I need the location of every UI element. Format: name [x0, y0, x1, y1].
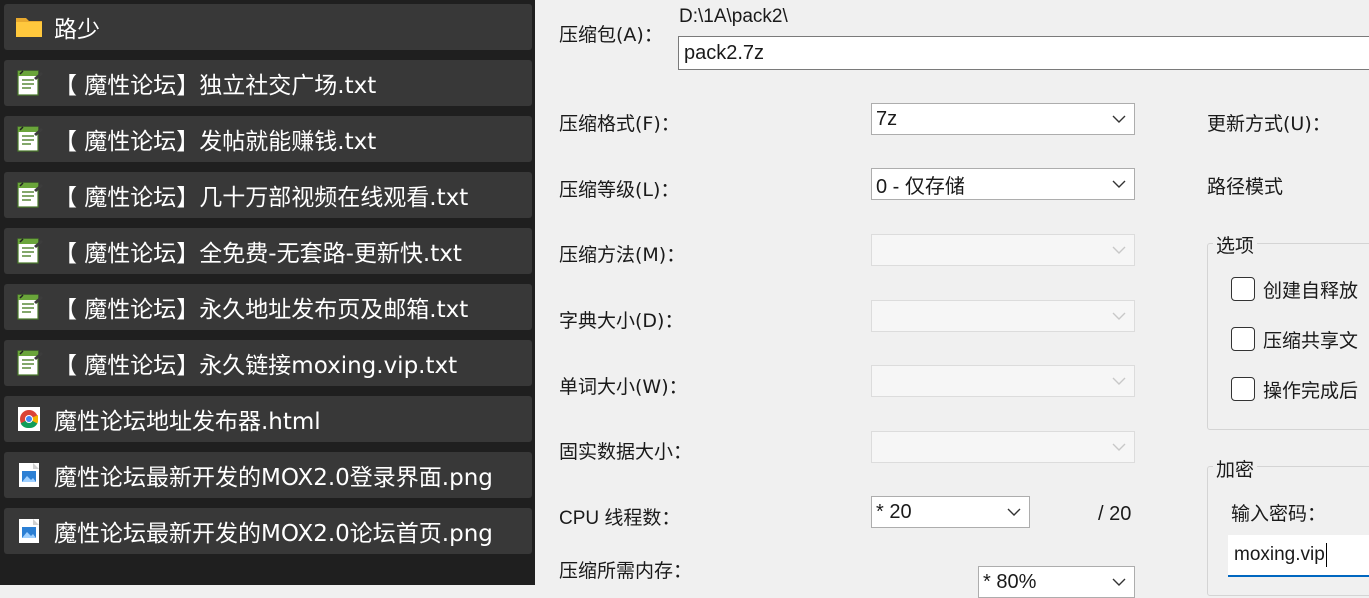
file-name: 【 魔性论坛】全免费-无套路-更新快.txt: [54, 241, 462, 267]
word-label: 单词大小(W)：: [559, 376, 688, 398]
option-after-done-label: 操作完成后: [1263, 380, 1359, 402]
path-mode-label: 路径模式: [1207, 176, 1284, 198]
solid-label: 固实数据大小：: [559, 441, 693, 463]
file-name: 魔性论坛最新开发的MOX2.0登录界面.png: [54, 465, 493, 491]
chevron-down-icon: [1104, 235, 1134, 265]
file-item[interactable]: 【 魔性论坛】永久地址发布页及邮箱.txt: [4, 284, 532, 330]
folder-icon: [14, 12, 44, 42]
archive-path-text: D:\1A\pack2\: [679, 6, 788, 27]
txt-icon: [14, 236, 44, 266]
option-sfx-checkbox[interactable]: [1231, 277, 1255, 301]
png-icon: [14, 460, 44, 490]
dict-label: 字典大小(D)：: [559, 310, 684, 332]
txt-icon: [14, 124, 44, 154]
txt-icon: [14, 180, 44, 210]
dict-size-select[interactable]: [871, 300, 1135, 332]
level-select[interactable]: 0 - 仅存储: [871, 168, 1135, 200]
password-input[interactable]: moxing.vip: [1228, 535, 1369, 577]
format-select[interactable]: 7z: [871, 103, 1135, 135]
cpu-threads-max: / 20: [1098, 503, 1132, 525]
option-sfx-label: 创建自释放: [1263, 280, 1359, 302]
memory-label: 压缩所需内存：: [559, 560, 693, 582]
archive-label: 压缩包(A)：: [559, 24, 663, 46]
password-label: 输入密码：: [1231, 503, 1327, 525]
chevron-down-icon: [1104, 169, 1134, 199]
update-mode-label: 更新方式(U)：: [1207, 113, 1331, 135]
chevron-down-icon: [999, 497, 1029, 527]
option-after-done-checkbox[interactable]: [1231, 377, 1255, 401]
cpu-threads-value: * 20: [876, 500, 912, 523]
password-input-value: moxing.vip: [1234, 544, 1325, 565]
chevron-down-icon: [1104, 366, 1134, 396]
add-to-archive-dialog: 压缩包(A)： D:\1A\pack2\ pack2.7z 压缩格式(F)： 7…: [535, 0, 1369, 598]
file-item[interactable]: 【 魔性论坛】永久链接moxing.vip.txt: [4, 340, 532, 386]
file-name: 魔性论坛最新开发的MOX2.0论坛首页.png: [54, 521, 493, 547]
option-shared-files-label: 压缩共享文: [1263, 330, 1359, 352]
format-select-value: 7z: [876, 107, 898, 130]
chevron-down-icon: [1104, 104, 1134, 134]
chevron-down-icon: [1104, 432, 1134, 462]
file-name: 【 魔性论坛】独立社交广场.txt: [54, 73, 377, 99]
file-item[interactable]: 【 魔性论坛】发帖就能赚钱.txt: [4, 116, 532, 162]
archive-name-value: pack2.7z: [684, 41, 765, 64]
chevron-down-icon: [1104, 301, 1134, 331]
png-icon: [14, 516, 44, 546]
file-item[interactable]: 【 魔性论坛】几十万部视频在线观看.txt: [4, 172, 532, 218]
file-name: 【 魔性论坛】永久链接moxing.vip.txt: [54, 353, 458, 379]
option-shared-files-checkbox[interactable]: [1231, 327, 1255, 351]
method-label: 压缩方法(M)：: [559, 244, 686, 266]
method-select[interactable]: [871, 234, 1135, 266]
cpu-threads-select[interactable]: * 20: [871, 496, 1030, 528]
file-name: 路少: [54, 17, 100, 43]
options-group-title: 选项: [1213, 231, 1258, 258]
word-size-select[interactable]: [871, 365, 1135, 397]
encryption-group-title: 加密: [1213, 455, 1258, 482]
file-item[interactable]: 魔性论坛最新开发的MOX2.0登录界面.png: [4, 452, 532, 498]
file-item[interactable]: 【 魔性论坛】独立社交广场.txt: [4, 60, 532, 106]
file-item[interactable]: 魔性论坛最新开发的MOX2.0论坛首页.png: [4, 508, 532, 554]
chrome-icon: [14, 404, 44, 434]
folder-item[interactable]: 路少: [4, 4, 532, 50]
file-name: 魔性论坛地址发布器.html: [54, 409, 321, 435]
solid-size-select[interactable]: [871, 431, 1135, 463]
chevron-down-icon: [1104, 567, 1134, 597]
file-list-panel: 路少【 魔性论坛】独立社交广场.txt 【 魔性论坛】发帖就能赚钱.txt 【 魔性…: [0, 0, 535, 585]
file-item[interactable]: 魔性论坛地址发布器.html: [4, 396, 532, 442]
txt-icon: [14, 68, 44, 98]
cpu-threads-label: CPU 线程数：: [559, 508, 681, 529]
memory-usage-select[interactable]: * 80%: [978, 566, 1135, 598]
file-name: 【 魔性论坛】永久地址发布页及邮箱.txt: [54, 297, 469, 323]
level-label: 压缩等级(L)：: [559, 179, 680, 201]
file-item[interactable]: 【 魔性论坛】全免费-无套路-更新快.txt: [4, 228, 532, 274]
text-caret: [1325, 543, 1327, 567]
archive-name-input[interactable]: pack2.7z: [678, 36, 1369, 70]
file-name: 【 魔性论坛】发帖就能赚钱.txt: [54, 129, 377, 155]
txt-icon: [14, 348, 44, 378]
format-label: 压缩格式(F)：: [559, 113, 680, 135]
level-select-value: 0 - 仅存储: [876, 175, 965, 198]
file-name: 【 魔性论坛】几十万部视频在线观看.txt: [54, 185, 469, 211]
txt-icon: [14, 292, 44, 322]
memory-usage-value: * 80%: [983, 570, 1037, 593]
